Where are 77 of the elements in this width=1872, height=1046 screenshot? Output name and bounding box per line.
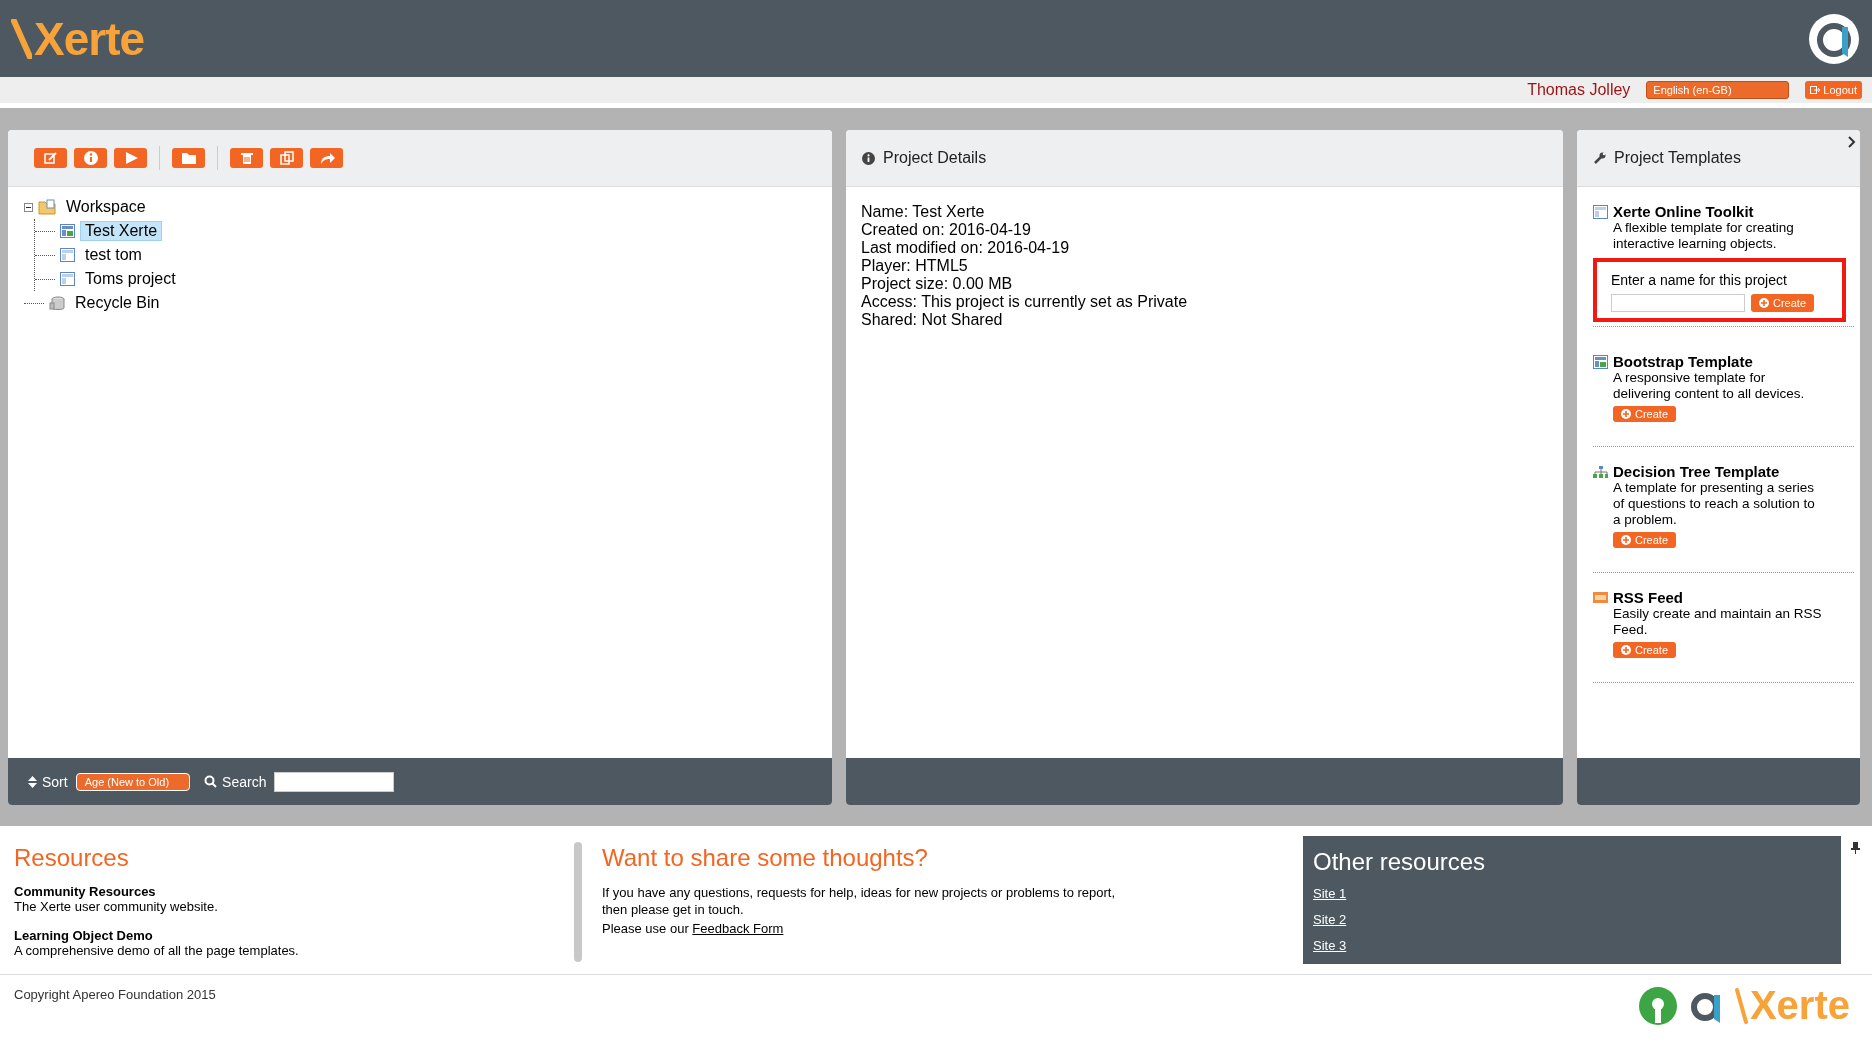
template-description: A responsive template for delivering content to all devices.	[1613, 370, 1806, 402]
panel-title: Project Details	[883, 149, 987, 167]
open-source-logo-icon	[1637, 985, 1678, 1026]
search-field[interactable]	[274, 771, 395, 792]
name-prompt: Enter a name for this project	[1611, 272, 1788, 288]
panel-title: Project Templates	[1614, 149, 1741, 167]
user-name: Thomas Jolley	[1527, 81, 1631, 99]
section-title: Want to share some thoughts?	[602, 844, 929, 872]
layout-icon	[1593, 354, 1608, 369]
plus-circle-icon	[1759, 298, 1769, 308]
edit-button[interactable]	[34, 148, 67, 168]
template-description: A template for presenting a series of questions to reach a solution to a problem.	[1613, 480, 1816, 528]
folder-button[interactable]	[172, 148, 205, 168]
info-icon	[81, 150, 100, 166]
detail-text: Created on: 2016-04-19	[861, 221, 1032, 239]
search-label: Search	[222, 773, 267, 790]
play-button[interactable]	[114, 148, 147, 168]
site-link[interactable]: Site 1	[1313, 886, 1347, 901]
logo-text: Xerte	[1749, 983, 1850, 1028]
page-icon	[1593, 204, 1608, 219]
site-link[interactable]: Site 3	[1313, 938, 1347, 953]
detail-text: Name: Test Xerte	[861, 203, 986, 221]
template-description: Easily create and maintain an RSS Feed.	[1613, 606, 1823, 638]
resource-description: The Xerte user community website.	[14, 899, 219, 914]
edit-icon	[41, 150, 60, 166]
trash-icon	[49, 295, 65, 311]
template-name: Bootstrap Template	[1613, 353, 1753, 370]
trash-button[interactable]	[230, 148, 263, 168]
resource-link[interactable]: Learning Object Demo	[14, 928, 574, 943]
template-description: A flexible template for creating interactive learning objects.	[1613, 220, 1795, 252]
feedback-prompt: Please use our Feedback Form	[602, 920, 785, 937]
tree-item[interactable]: Recycle Bin	[70, 293, 165, 313]
page-icon	[60, 248, 75, 262]
section-title: Other resources	[1313, 848, 1487, 876]
copy-icon	[277, 150, 296, 166]
apereo-logo-icon	[1808, 12, 1860, 65]
rss-icon	[1593, 592, 1608, 603]
copy-button[interactable]	[270, 148, 303, 168]
pin-icon	[1851, 842, 1860, 854]
plus-circle-icon	[1621, 535, 1631, 545]
plus-circle-icon	[1621, 409, 1631, 419]
name-field[interactable]	[1611, 294, 1745, 312]
detail-text: Shared: Not Shared	[861, 311, 1004, 329]
info-button[interactable]	[74, 148, 107, 168]
collapse-toggle[interactable]	[24, 202, 33, 212]
feedback-link[interactable]: Feedback Form	[692, 921, 784, 936]
resource-link[interactable]: Community Resources	[14, 884, 574, 899]
hierarchy-icon	[1593, 464, 1608, 479]
folder-icon	[179, 150, 198, 166]
share-arrow-button[interactable]	[310, 148, 343, 168]
info-icon	[862, 151, 875, 165]
exit-icon	[1810, 85, 1821, 95]
plus-circle-icon	[1621, 645, 1631, 655]
tree-item[interactable]: Workspace	[61, 197, 151, 217]
template-name: Decision Tree Template	[1613, 463, 1780, 480]
resource-description: A comprehensive demo of all the page templates.	[14, 943, 300, 958]
template-name: RSS Feed	[1613, 589, 1684, 606]
chevron-right-icon	[1848, 136, 1856, 148]
tree-item[interactable]: Test Xerte	[80, 221, 163, 241]
copyright-text: Copyright Apereo Foundation 2015	[14, 987, 216, 1002]
detail-text: Player: HTML5	[861, 257, 969, 275]
tree-item[interactable]: Toms project	[80, 269, 181, 289]
detail-text: Access: This project is currently set as Private	[861, 293, 1189, 311]
folder-icon	[38, 199, 56, 215]
tree-item[interactable]: test tom	[80, 245, 147, 265]
page-icon	[60, 272, 75, 286]
site-link[interactable]: Site 2	[1313, 912, 1347, 927]
search-icon	[204, 775, 218, 788]
feedback-text: If you have any questions, requests for help, ideas for new projects or problems to report, then please get in touch.	[602, 884, 1117, 918]
template-name: Xerte Online Toolkit	[1613, 203, 1754, 220]
section-title: Resources	[14, 844, 130, 872]
sort-label: Sort	[42, 773, 68, 790]
logo-text: Xerte	[34, 11, 145, 66]
layout-icon	[60, 224, 75, 238]
detail-text: Project size: 0.00 MB	[861, 275, 1014, 293]
sort-icon	[28, 775, 37, 788]
detail-text: Last modified on: 2016-04-19	[861, 239, 1071, 257]
